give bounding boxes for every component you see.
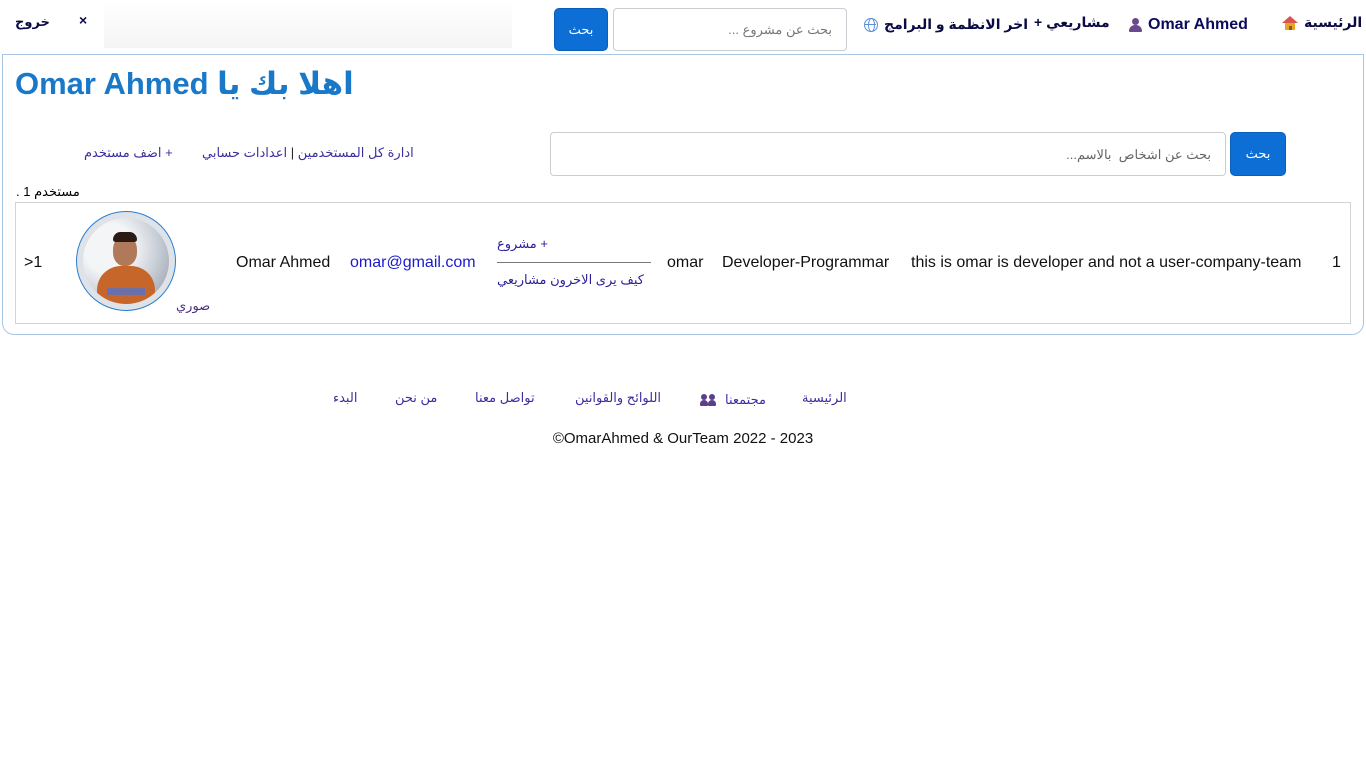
user-role: Developer-Programmar	[722, 254, 890, 271]
nav-my-projects-label: مشاريعي +	[1034, 14, 1110, 30]
nav-decorative-bar	[104, 0, 512, 48]
page-title: اهلا بك يا Omar Ahmed	[15, 66, 354, 101]
footer-about-link[interactable]: من نحن	[395, 390, 437, 406]
user-email-link[interactable]: omar@gmail.com	[350, 254, 476, 272]
nav-user-profile-link[interactable]: Omar Ahmed	[1129, 16, 1248, 34]
footer-home-link[interactable]: الرئيسية	[802, 390, 847, 406]
user-icon	[1129, 18, 1142, 32]
footer-contact-link[interactable]: تواصل معنا	[475, 390, 535, 406]
footer-rules-link[interactable]: اللوائح والقوانين	[575, 390, 661, 406]
project-search-button[interactable]: بحث	[554, 8, 608, 51]
user-search-button[interactable]: بحث	[1230, 132, 1286, 176]
admin-links: ادارة كل المستخدمين | اعدادات حسابي	[202, 145, 414, 161]
user-full-name: Omar Ahmed	[236, 254, 331, 271]
user-description: this is omar is developer and not a user…	[911, 254, 1302, 271]
nav-latest-systems-link[interactable]: اخر الانظمة و البرامج	[864, 16, 1028, 33]
manage-users-link[interactable]: ادارة كل المستخدمين	[298, 145, 414, 160]
user-username: omar	[667, 254, 704, 271]
globe-icon	[864, 17, 878, 32]
account-settings-link[interactable]: اعدادات حسابي	[202, 145, 287, 160]
divider	[497, 262, 651, 263]
user-photos-link[interactable]: صوري	[176, 298, 210, 314]
project-search-input[interactable]	[613, 8, 847, 51]
user-next-link[interactable]: >1	[24, 254, 42, 272]
nav-user-name: Omar Ahmed	[1148, 16, 1248, 33]
user-count: مستخدم 1 .	[16, 184, 80, 199]
footer-start-link[interactable]: البدء	[333, 390, 357, 406]
close-icon[interactable]: ×	[79, 12, 87, 28]
add-project-link[interactable]: + مشروع	[497, 236, 548, 252]
how-others-see-link[interactable]: كيف يرى الاخرون مشاريعي	[497, 272, 644, 288]
logout-link[interactable]: خروج	[15, 14, 50, 30]
avatar[interactable]	[76, 211, 176, 311]
group-icon	[700, 394, 717, 406]
user-search-input[interactable]	[550, 132, 1226, 176]
top-navbar: الرئيسية Omar Ahmed مشاريعي + اخر الانظم…	[0, 0, 1366, 54]
footer-community-label: مجتمعنا	[725, 392, 766, 407]
copyright: ©OmarAhmed & OurTeam 2022 - 2023	[552, 430, 814, 447]
home-icon	[1282, 15, 1298, 30]
user-index: 1	[1332, 254, 1341, 271]
nav-home-label: الرئيسية	[1304, 14, 1363, 30]
nav-home-link[interactable]: الرئيسية	[1282, 14, 1362, 31]
nav-latest-systems-label: اخر الانظمة و البرامج	[884, 16, 1028, 32]
nav-my-projects-link[interactable]: مشاريعي +	[1034, 14, 1110, 31]
links-separator: |	[290, 145, 295, 160]
add-user-link[interactable]: + اضف مستخدم	[84, 145, 173, 161]
footer-community-link[interactable]: مجتمعنا	[700, 392, 766, 408]
